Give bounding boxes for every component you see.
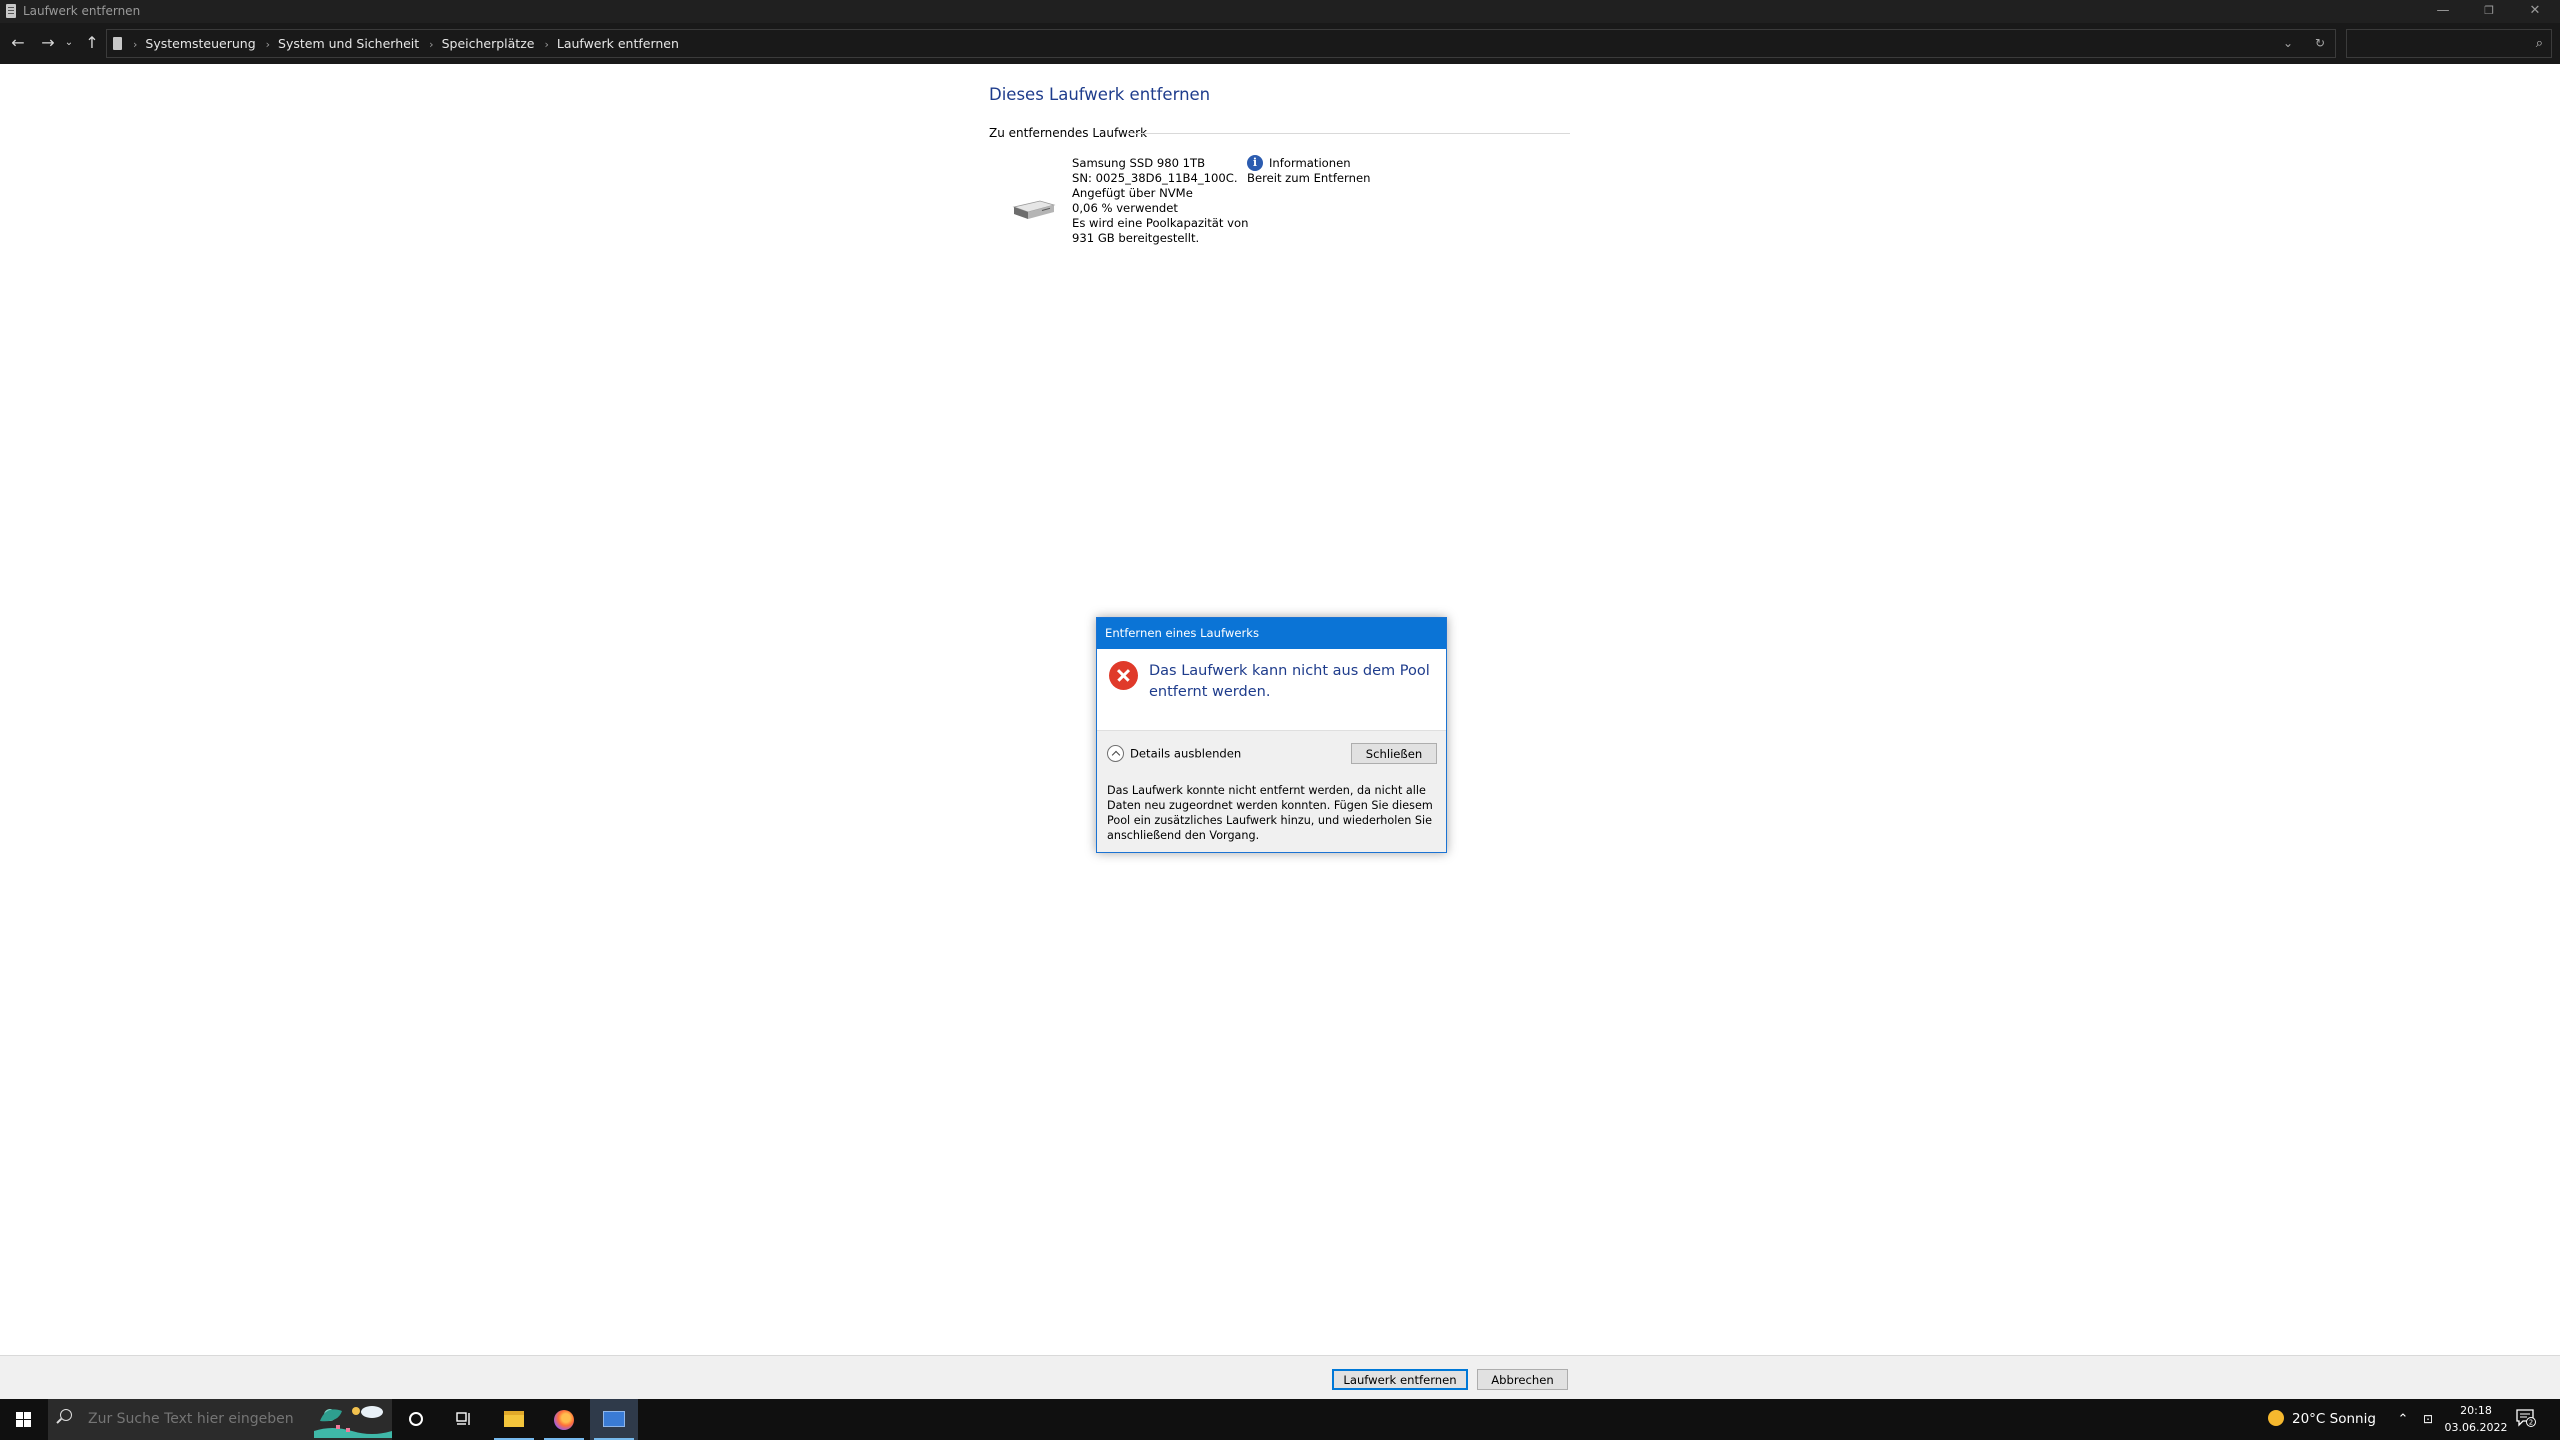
- taskbar: 20°C Sonnig ⌃ ⊡ 20:18 03.06.2022 2: [0, 1399, 2560, 1440]
- breadcrumb-separator-icon: ›: [429, 38, 434, 51]
- clock[interactable]: 20:18 03.06.2022: [2444, 1402, 2508, 1436]
- page-title: Dieses Laufwerk entfernen: [989, 85, 1211, 104]
- breadcrumb-systemsteuerung[interactable]: Systemsteuerung: [145, 36, 255, 51]
- weather-widget[interactable]: 20°C Sonnig: [2268, 1399, 2376, 1440]
- taskbar-search[interactable]: [48, 1399, 392, 1440]
- drive-connection: Angefügt über NVMe: [1072, 186, 1193, 200]
- taskbar-search-input[interactable]: [86, 1409, 326, 1429]
- dialog-footer: Details ausblenden Schließen Das Laufwer…: [1097, 730, 1446, 852]
- weather-text[interactable]: 20°C Sonnig: [2292, 1411, 2376, 1427]
- drive-icon: [1012, 200, 1056, 219]
- control-panel-button[interactable]: [590, 1399, 638, 1440]
- back-arrow-icon[interactable]: ←: [7, 31, 29, 55]
- remove-drive-button[interactable]: Laufwerk entfernen: [1332, 1369, 1468, 1390]
- folder-icon[interactable]: [504, 1411, 524, 1427]
- details-toggle-label[interactable]: Details ausblenden: [1130, 747, 1241, 761]
- breadcrumb-separator-icon: ›: [544, 38, 549, 51]
- up-arrow-icon[interactable]: ↑: [81, 31, 103, 55]
- firefox-button[interactable]: [540, 1399, 588, 1440]
- start-button[interactable]: [0, 1399, 47, 1440]
- close-window-button[interactable]: ✕: [2512, 0, 2558, 23]
- cortana-button[interactable]: [392, 1399, 440, 1440]
- info-status: Bereit zum Entfernen: [1247, 171, 1371, 185]
- firefox-icon[interactable]: [554, 1410, 574, 1430]
- control-panel-icon[interactable]: [603, 1411, 625, 1427]
- drive-details: Samsung SSD 980 1TB SN: 0025_38D6_11B4_1…: [1072, 156, 1248, 246]
- info-icon: i: [1247, 155, 1263, 171]
- section-heading: Zu entfernendes Laufwerk: [989, 126, 1148, 140]
- search-icon: [60, 1409, 72, 1421]
- network-icon[interactable]: ⊡: [2418, 1399, 2438, 1440]
- dialog-title[interactable]: Entfernen eines Laufwerks: [1097, 618, 1446, 649]
- refresh-icon[interactable]: ↻: [2315, 30, 2325, 57]
- search-field[interactable]: ⌕: [2346, 29, 2552, 58]
- dialog-details-text: Das Laufwerk konnte nicht entfernt werde…: [1107, 784, 1433, 842]
- search-input[interactable]: [2351, 33, 2521, 54]
- address-history-chevron-icon[interactable]: ⌄: [2283, 30, 2293, 57]
- window-title: Laufwerk entfernen: [23, 4, 141, 18]
- minimize-button[interactable]: —: [2420, 0, 2466, 23]
- location-icon: [113, 37, 122, 50]
- title-bar: Laufwerk entfernen — ❐ ✕: [0, 0, 2560, 23]
- clock-time: 20:18: [2460, 1404, 2492, 1417]
- breadcrumb-separator-icon: ›: [265, 38, 271, 51]
- task-view-icon[interactable]: [456, 1412, 472, 1426]
- details-toggle[interactable]: Details ausblenden: [1107, 743, 1241, 763]
- file-explorer-button[interactable]: [490, 1399, 538, 1440]
- cancel-button[interactable]: Abbrechen: [1477, 1369, 1568, 1390]
- task-view-button[interactable]: [440, 1399, 488, 1440]
- drive-serial: SN: 0025_38D6_11B4_100C.: [1072, 171, 1238, 185]
- error-dialog: Entfernen eines Laufwerks Das Laufwerk k…: [1096, 617, 1447, 853]
- show-hidden-icons-chevron-icon[interactable]: ⌃: [2394, 1399, 2412, 1440]
- maximize-button[interactable]: ❐: [2466, 0, 2512, 23]
- drive-usage: 0,06 % verwendet: [1072, 201, 1178, 215]
- search-icon[interactable]: ⌕: [2536, 36, 2543, 51]
- drive-capacity-line-1: Es wird eine Poolkapazität von: [1072, 216, 1249, 230]
- breadcrumb-speicherplaetze[interactable]: Speicherplätze: [442, 36, 535, 51]
- close-dialog-button[interactable]: Schließen: [1351, 743, 1437, 764]
- drive-name: Samsung SSD 980 1TB: [1072, 156, 1206, 170]
- section-divider: [1127, 133, 1570, 134]
- navigation-bar: ← → ⌄ ↑ › Systemsteuerung › System und Sic…: [0, 23, 2560, 64]
- breadcrumb-system-und-sicherheit[interactable]: System und Sicherheit: [278, 36, 419, 51]
- error-icon: [1109, 661, 1138, 690]
- search-highlight-icon[interactable]: [312, 1401, 392, 1438]
- breadcrumb: › Systemsteuerung › System und Sicherheit …: [127, 30, 679, 57]
- address-field[interactable]: › Systemsteuerung › System und Sicherheit …: [106, 29, 2336, 58]
- breadcrumb-laufwerk-entfernen[interactable]: Laufwerk entfernen: [557, 36, 679, 51]
- breadcrumb-separator-icon: ›: [133, 38, 138, 51]
- drive-capacity-line-2: 931 GB bereitgestellt.: [1072, 231, 1200, 245]
- clock-date: 03.06.2022: [2444, 1421, 2508, 1434]
- button-bar: Laufwerk entfernen Abbrechen: [0, 1355, 2560, 1399]
- forward-arrow-icon[interactable]: →: [37, 31, 59, 55]
- cortana-icon[interactable]: [409, 1412, 423, 1426]
- notification-count: 2: [2529, 1419, 2533, 1427]
- window-app-icon: [6, 4, 16, 18]
- windows-logo-icon[interactable]: [16, 1412, 31, 1427]
- dialog-message: Das Laufwerk kann nicht aus dem Pool ent…: [1149, 663, 1430, 700]
- sun-icon: [2268, 1410, 2284, 1426]
- chevron-up-icon[interactable]: [1107, 745, 1124, 762]
- info-label: Informationen: [1269, 156, 1351, 170]
- recent-locations-chevron-icon[interactable]: ⌄: [62, 31, 76, 55]
- notification-center-icon[interactable]: 2: [2516, 1409, 2536, 1427]
